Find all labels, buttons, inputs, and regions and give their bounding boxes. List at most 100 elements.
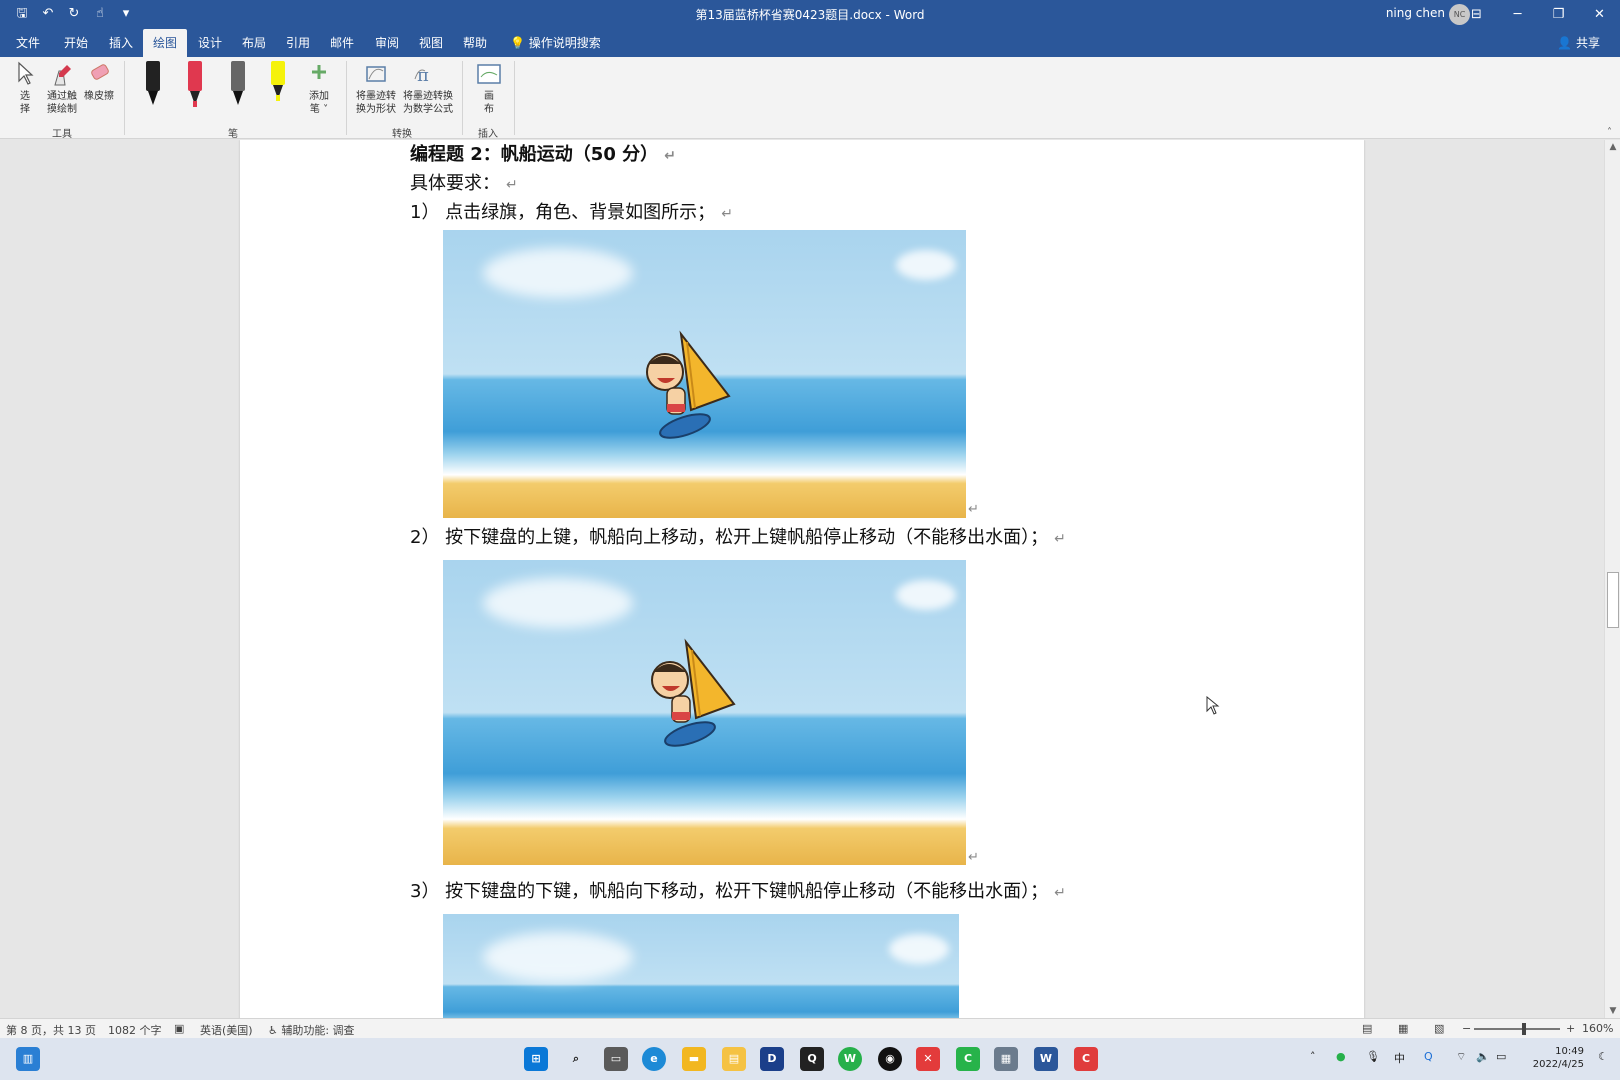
tab-draw[interactable]: 绘图: [143, 29, 188, 57]
minimize-button[interactable]: ─: [1497, 0, 1538, 29]
pen-nib: [193, 101, 197, 107]
pen-red[interactable]: [185, 61, 205, 111]
widgets-icon[interactable]: ▥: [16, 1047, 40, 1071]
zoom-in-icon[interactable]: +: [1566, 1022, 1575, 1035]
cursor-icon: [18, 61, 34, 85]
scroll-thumb[interactable]: [1607, 572, 1619, 628]
close-button[interactable]: ✕: [1579, 0, 1620, 29]
status-bar: 第 8 页，共 13 页 1082 个字 ▣ 英语(美国) ♿ 辅助功能: 调查…: [0, 1018, 1620, 1038]
edge-icon[interactable]: e: [642, 1047, 666, 1071]
tab-help[interactable]: 帮助: [453, 29, 497, 57]
canvas-icon: [477, 64, 501, 84]
volume-icon[interactable]: 🔈: [1476, 1050, 1490, 1063]
document-page[interactable]: 编程题 2：帆船运动（50 分） ↵ 具体要求： ↵ 1） 点击绿旗，角色、背景如图…: [240, 140, 1364, 1018]
ink-to-shape-button[interactable]: 将墨迹转 换为形状: [354, 61, 398, 116]
ribbon-draw: 选 择 通过触 摸绘制 橡皮擦 工具 添加 笔 ˅ 笔 将墨迹转 换为形状 π: [0, 57, 1620, 140]
web-layout-icon[interactable]: ▧: [1434, 1022, 1444, 1035]
tab-review[interactable]: 审阅: [365, 29, 409, 57]
camtasia-icon[interactable]: C: [956, 1047, 980, 1071]
language-status[interactable]: 英语(美国): [200, 1022, 253, 1038]
tab-home[interactable]: 开始: [54, 29, 98, 57]
scroll-up-icon[interactable]: ▲: [1605, 140, 1620, 154]
word-count[interactable]: 1082 个字: [108, 1022, 162, 1038]
ink-to-math-button[interactable]: π 将墨迹转换 为数学公式: [400, 61, 456, 116]
tab-references[interactable]: 引用: [276, 29, 320, 57]
sailboat-image[interactable]: [443, 560, 966, 865]
microphone-icon[interactable]: 🎙: [1366, 1050, 1380, 1063]
pen-gray[interactable]: [228, 61, 248, 111]
print-layout-icon[interactable]: ▦: [1398, 1022, 1408, 1035]
group-pens-label: 笔: [228, 129, 238, 140]
tab-view[interactable]: 视图: [409, 29, 453, 57]
start-icon[interactable]: ⊞: [524, 1047, 548, 1071]
ime-indicator[interactable]: 中: [1394, 1050, 1405, 1066]
cloud: [483, 248, 633, 298]
zoom-level[interactable]: 160%: [1582, 1022, 1613, 1035]
qq-icon[interactable]: Q: [800, 1047, 824, 1071]
document-area: 编程题 2：帆船运动（50 分） ↵ 具体要求： ↵ 1） 点击绿旗，角色、背景如图…: [0, 140, 1604, 1018]
page-count[interactable]: 第 8 页，共 13 页: [6, 1022, 96, 1038]
notes-app-icon[interactable]: ▤: [722, 1047, 746, 1071]
accessibility-status[interactable]: ♿ 辅助功能: 调查: [268, 1022, 355, 1038]
clock[interactable]: 10:49 2022/4/25: [1533, 1045, 1584, 1071]
eraser-button[interactable]: 橡皮擦: [82, 61, 116, 103]
pen-tip: [148, 91, 158, 105]
requirement-item: 3） 按下键盘的下键，帆船向下移动，松开下键帆船停止移动（不能移出水面）； ↵: [410, 881, 1066, 902]
touch-draw-icon: [54, 65, 71, 86]
wechat-icon[interactable]: W: [838, 1047, 862, 1071]
pen-body: [271, 61, 285, 85]
show-hidden-icons-icon[interactable]: ˄: [1310, 1050, 1316, 1063]
windsurfer-sprite: [651, 638, 736, 747]
recorder-icon[interactable]: C: [1074, 1047, 1098, 1071]
clock-time: 10:49: [1555, 1046, 1584, 1057]
highlighter-yellow[interactable]: [268, 61, 288, 111]
tab-design[interactable]: 设计: [188, 29, 232, 57]
drawing-canvas-button[interactable]: 画 布: [472, 61, 506, 116]
draw-with-touch-button[interactable]: 通过触 摸绘制: [44, 61, 80, 116]
dev-tool-icon[interactable]: D: [760, 1047, 784, 1071]
battery-icon[interactable]: ▭: [1496, 1050, 1506, 1063]
restore-button[interactable]: ❐: [1538, 0, 1579, 29]
zoom-slider-thumb[interactable]: [1522, 1023, 1526, 1035]
tab-mailings[interactable]: 邮件: [320, 29, 364, 57]
wifi-icon[interactable]: ⌔: [1456, 1050, 1466, 1064]
tab-insert[interactable]: 插入: [99, 29, 143, 57]
tab-file[interactable]: 文件: [6, 29, 50, 57]
notification-icon[interactable]: ☾: [1598, 1050, 1608, 1063]
read-mode-icon[interactable]: ▤: [1362, 1022, 1372, 1035]
scroll-down-icon[interactable]: ▼: [1605, 1004, 1620, 1018]
proofing-icon[interactable]: ▣: [174, 1022, 184, 1035]
user-name[interactable]: ning chen: [1386, 6, 1445, 20]
zoom-out-icon[interactable]: −: [1462, 1022, 1471, 1035]
sailboat-image[interactable]: [443, 914, 959, 1018]
sailboat-image[interactable]: [443, 230, 966, 518]
problem-heading: 编程题 2：帆船运动（50 分） ↵: [410, 144, 676, 165]
wechat-tray-icon[interactable]: ●: [1336, 1050, 1346, 1063]
ribbon-tabs: 文件 开始 插入 绘图 设计 布局 引用 邮件 审阅 视图 帮助 💡 操作说明搜…: [0, 29, 1620, 57]
zoom-slider[interactable]: [1474, 1023, 1560, 1035]
xmind-icon[interactable]: ✕: [916, 1047, 940, 1071]
pen-black[interactable]: [143, 61, 163, 111]
pen-nib: [276, 95, 280, 101]
tell-me-search[interactable]: 💡 操作说明搜索: [510, 29, 601, 57]
clock-date: 2022/4/25: [1532, 1059, 1584, 1070]
tab-layout[interactable]: 布局: [232, 29, 276, 57]
title-bar: 🖫 ↶ ↻ ☝ ▾ 第13届蓝桥杯省赛0423题目.docx - Word ni…: [0, 0, 1620, 29]
vertical-scrollbar[interactable]: ▲ ▼: [1604, 140, 1620, 1018]
app-icon[interactable]: ◉: [878, 1047, 902, 1071]
ribbon-display-options-icon[interactable]: ⊟: [1456, 0, 1497, 29]
file-explorer-icon[interactable]: ▬: [682, 1047, 706, 1071]
collapse-ribbon-icon[interactable]: ˄: [1607, 127, 1612, 138]
select-button[interactable]: 选 择: [14, 61, 36, 116]
task-view-icon[interactable]: ▭: [604, 1047, 628, 1071]
share-button[interactable]: 👤 共享: [1557, 29, 1600, 57]
ink-to-shape-icon: [366, 66, 386, 82]
group-separator: [514, 61, 515, 135]
paragraph-mark: ↵: [968, 850, 979, 865]
add-pen-button[interactable]: 添加 笔 ˅: [306, 61, 332, 116]
tray-app-icon[interactable]: Q: [1424, 1050, 1433, 1063]
search-icon[interactable]: ⌕: [564, 1047, 588, 1071]
window-controls: ⊟ ─ ❐ ✕: [1456, 0, 1620, 29]
word-icon[interactable]: W: [1034, 1047, 1058, 1071]
calculator-icon[interactable]: ▦: [994, 1047, 1018, 1071]
